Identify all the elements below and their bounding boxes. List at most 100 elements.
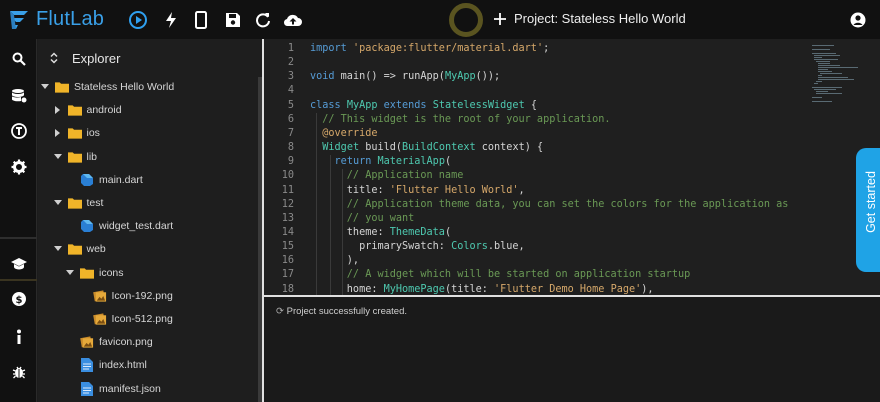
- code-text: // This widget is the root of your appli…: [310, 113, 610, 127]
- settings-icon[interactable]: [0, 155, 37, 179]
- tree-file[interactable]: favicon.png: [65, 332, 153, 352]
- code-text: // Application name: [310, 169, 464, 183]
- get-started-button[interactable]: Get started: [856, 148, 880, 272]
- indent-guide: [342, 169, 343, 295]
- console-message: ⟳ Project successfully created.: [276, 306, 407, 317]
- tree-item-label: ios: [86, 127, 100, 140]
- code-token: ThemeData: [389, 226, 445, 238]
- code-token: home:: [310, 283, 384, 295]
- code-token: primarySwatch:: [310, 241, 452, 253]
- code-line: 7 @override: [264, 127, 880, 141]
- expanded-arrow-icon[interactable]: [53, 198, 63, 208]
- code-token: main() => runApp(: [340, 71, 445, 83]
- tree-folder[interactable]: Stateless Hello World: [40, 77, 174, 97]
- line-number: 16: [281, 255, 294, 267]
- code-editor[interactable]: 1 import 'package:flutter/material.dart';…: [264, 39, 880, 295]
- code-token: (: [444, 156, 452, 168]
- collapsed-arrow-icon[interactable]: [53, 105, 63, 115]
- expanded-arrow-icon[interactable]: [40, 82, 50, 92]
- tree-file[interactable]: main.dart: [65, 170, 143, 190]
- tree-file[interactable]: Icon-192.png: [78, 286, 173, 306]
- tree-file[interactable]: Icon-512.png: [78, 309, 173, 329]
- tree-folder[interactable]: lib: [53, 147, 98, 167]
- info-icon[interactable]: [0, 325, 37, 349]
- code-line: 15 primarySwatch: Colors.blue,: [264, 240, 880, 254]
- code-token: theme:: [310, 226, 390, 238]
- code-line: 6 // This widget is the root of your app…: [264, 113, 880, 127]
- account-icon[interactable]: [847, 9, 869, 31]
- device-icon[interactable]: [190, 9, 212, 31]
- code-token: void: [310, 71, 341, 83]
- code-text: home: MyHomePage(title: 'Flutter Demo Ho…: [310, 283, 654, 295]
- get-started-label: Get started: [864, 171, 878, 233]
- expanded-arrow-icon[interactable]: [53, 244, 63, 254]
- minimap[interactable]: [812, 43, 868, 103]
- tree-folder[interactable]: android: [53, 100, 122, 120]
- folder-icon: [67, 126, 82, 140]
- code-token: .blue,: [487, 241, 525, 253]
- explorer-panel: Explorer Stateless Hello World android ios…: [38, 39, 262, 402]
- code-token: MyApp: [444, 71, 476, 83]
- save-icon[interactable]: [222, 9, 244, 31]
- add-icon[interactable]: [490, 9, 510, 29]
- hot-reload-icon[interactable]: [160, 9, 182, 31]
- code-token: MaterialApp: [377, 156, 445, 168]
- tree-item-label: Icon-192.png: [111, 289, 173, 302]
- code-line: 4: [264, 84, 880, 98]
- upload-icon[interactable]: [282, 9, 304, 31]
- code-token: 'package:flutter/material.dart': [352, 43, 544, 54]
- line-number: 4: [287, 85, 294, 97]
- code-line: 12 // Application theme data, you can se…: [264, 198, 880, 212]
- tree-item-label: icons: [99, 266, 124, 279]
- tree-folder[interactable]: icons: [65, 263, 124, 283]
- expanded-arrow-icon[interactable]: [65, 268, 75, 278]
- run-icon[interactable]: [127, 9, 149, 31]
- code-line: 5 class MyApp extends StatelessWidget {: [264, 99, 880, 113]
- flutlab-logo[interactable]: FlutLab: [8, 7, 104, 32]
- bug-icon[interactable]: [0, 360, 37, 384]
- tree-file[interactable]: manifest.json: [65, 379, 161, 399]
- line-number: 3: [287, 71, 294, 83]
- collapse-toggle-icon[interactable]: [50, 52, 58, 64]
- tree-folder[interactable]: web: [53, 239, 106, 259]
- database-icon[interactable]: [0, 84, 37, 108]
- code-text: // Application theme data, you can set t…: [310, 198, 789, 212]
- tree-file[interactable]: widget_test.dart: [65, 216, 173, 236]
- tree-folder[interactable]: ios: [53, 123, 100, 143]
- money-icon[interactable]: $: [0, 287, 37, 311]
- tree-item-label: test: [86, 197, 104, 209]
- code-token: import: [310, 43, 353, 54]
- code-token: // you want: [310, 212, 415, 224]
- tree-item-label: favicon.png: [99, 336, 153, 349]
- flutlab-logo-icon: [10, 10, 28, 29]
- code-token: MyHomePage: [383, 283, 445, 295]
- code-line: 17 // A widget which will be started on …: [264, 268, 880, 282]
- activity-rail: $: [0, 39, 37, 402]
- refresh-icon[interactable]: [252, 9, 274, 31]
- expanded-arrow-icon[interactable]: [53, 152, 63, 162]
- learn-icon[interactable]: [0, 252, 37, 276]
- rail-separator: [0, 237, 37, 239]
- template-icon[interactable]: [0, 119, 37, 143]
- search-icon[interactable]: [0, 47, 37, 71]
- code-text: import 'package:flutter/material.dart';: [310, 42, 549, 56]
- code-token: build(: [359, 142, 403, 154]
- code-line: 13 // you want: [264, 212, 880, 226]
- code-token: 'Flutter Hello World': [389, 184, 519, 196]
- code-token: {: [524, 99, 537, 111]
- collapsed-arrow-icon[interactable]: [53, 128, 63, 138]
- dart-file-icon: [80, 219, 94, 233]
- code-line: 2: [264, 56, 880, 70]
- tree-item-label: lib: [86, 150, 98, 163]
- tree-file[interactable]: index.html: [65, 355, 147, 375]
- folder-icon: [55, 80, 69, 94]
- code-token: ),: [310, 255, 360, 267]
- tree-item-label: index.html: [99, 359, 147, 372]
- explorer-title: Explorer: [72, 51, 121, 66]
- code-token: Widget: [322, 142, 360, 154]
- project-title: Project: Stateless Hello World: [514, 11, 686, 26]
- code-line: 10 // Application name: [264, 169, 880, 183]
- tree-folder[interactable]: test: [53, 193, 104, 213]
